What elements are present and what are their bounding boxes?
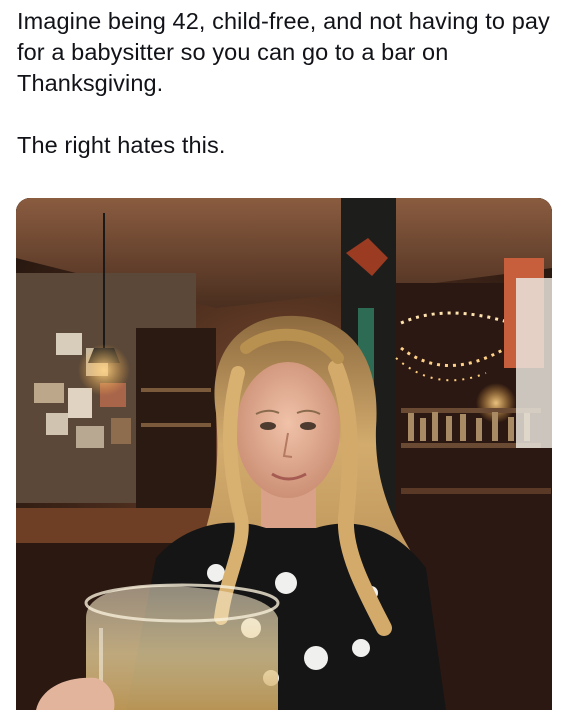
social-post: Imagine being 42, child-free, and not ha… <box>0 0 568 710</box>
post-text: Imagine being 42, child-free, and not ha… <box>17 6 553 161</box>
bar-photo-illustration <box>16 198 552 710</box>
post-text-paragraph-1: Imagine being 42, child-free, and not ha… <box>17 8 550 96</box>
post-text-paragraph-2: The right hates this. <box>17 132 226 158</box>
post-photo[interactable] <box>16 198 552 710</box>
